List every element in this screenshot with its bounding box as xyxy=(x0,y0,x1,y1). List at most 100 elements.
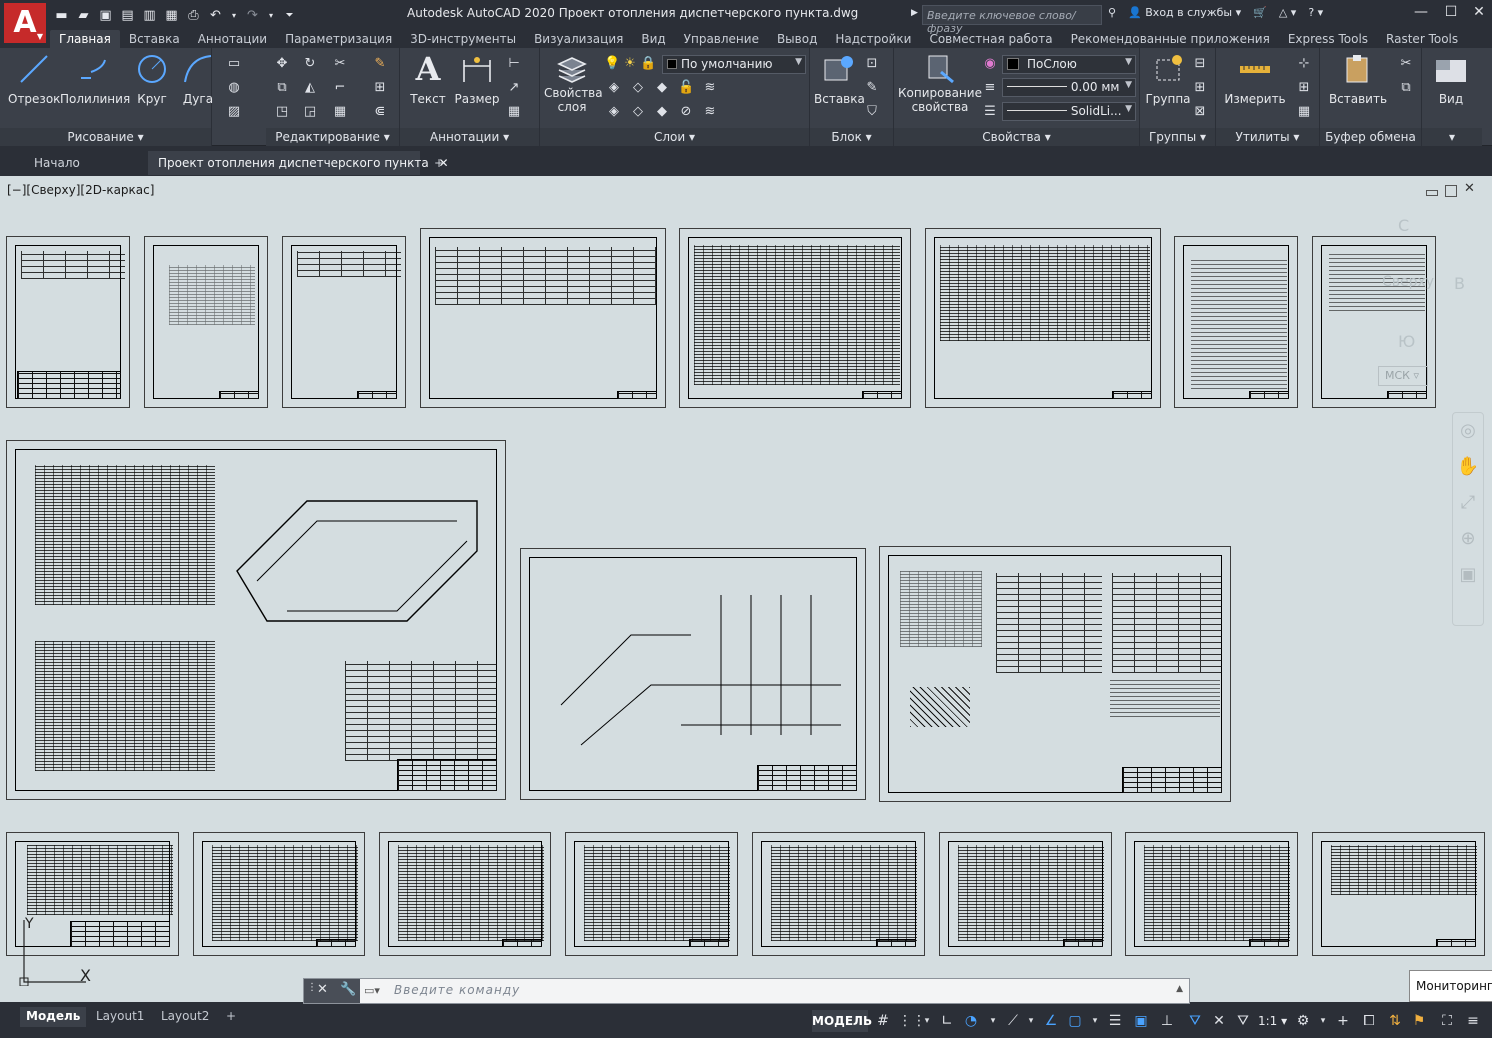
rectangle-icon[interactable]: ▭ xyxy=(226,56,242,72)
linetype-dropdown[interactable]: SolidLi... ▼ xyxy=(1002,102,1136,121)
command-close-icon[interactable]: ✕ xyxy=(317,982,328,997)
workspace-dropdown-icon[interactable]: ▾ xyxy=(1314,1012,1332,1030)
cart-icon[interactable]: 🛒 xyxy=(1253,6,1267,19)
drawing-tab[interactable]: Проект отопления диспетчерского пункта ✕ xyxy=(148,151,449,175)
layer-properties-button[interactable]: Свойства слоя xyxy=(544,52,603,114)
plot-icon[interactable]: ⎙ xyxy=(186,8,201,23)
layer-off-icon[interactable]: ◆ xyxy=(654,80,670,96)
orbit-icon[interactable]: ⊕ xyxy=(1453,521,1483,557)
ribbon-tab-5[interactable]: Визуализация xyxy=(525,30,632,48)
layer-dropdown[interactable]: По умолчанию ▼ xyxy=(662,55,806,74)
group-button[interactable]: Группа xyxy=(1144,52,1192,106)
array-icon[interactable]: ▦ xyxy=(332,104,348,120)
group-select-icon[interactable]: ⊠ xyxy=(1192,104,1208,120)
autodesk-app-icon[interactable]: △ ▾ xyxy=(1279,6,1296,19)
stretch-icon[interactable]: ◳ xyxy=(274,104,290,120)
auto-scale-icon[interactable]: ✕ xyxy=(1210,1012,1228,1030)
modify-panel-title[interactable]: Редактирование ▾ xyxy=(266,128,399,146)
quick-select-icon[interactable]: ⊹ xyxy=(1296,56,1312,72)
redo-icon[interactable]: ↷ xyxy=(245,8,260,23)
layer-lock2-icon[interactable]: 🔓 xyxy=(678,80,694,96)
snap-icon[interactable]: ⋮⋮ xyxy=(898,1012,926,1030)
lineweight-icon[interactable]: ≡ xyxy=(982,80,998,96)
clipboard-panel-title[interactable]: Буфер обмена xyxy=(1320,128,1421,146)
quick-properties-icon[interactable]: ⇅ xyxy=(1386,1012,1404,1030)
copy-icon[interactable]: ⧉ xyxy=(274,80,290,96)
layout-tab-layout1[interactable]: Layout1 xyxy=(90,1007,150,1027)
ungroup-icon[interactable]: ⊟ xyxy=(1192,56,1208,72)
ribbon-tab-12[interactable]: Express Tools xyxy=(1279,30,1377,48)
layout-tab-layout2[interactable]: Layout2 xyxy=(155,1007,215,1027)
new-tab-button[interactable]: + xyxy=(424,151,454,175)
view-button[interactable]: Вид xyxy=(1428,52,1474,106)
units-icon[interactable]: ⧠ xyxy=(1360,1012,1378,1030)
trim-icon[interactable]: ✂ xyxy=(332,56,348,72)
annotation-scale-icon[interactable]: ⛛ xyxy=(1234,1012,1252,1030)
viewport-minimize-icon[interactable] xyxy=(1426,190,1438,196)
copy-clip-icon[interactable]: ⧉ xyxy=(1398,80,1414,96)
create-block-icon[interactable]: ⊡ xyxy=(864,56,880,72)
customization-menu-icon[interactable]: ≡ xyxy=(1464,1012,1482,1030)
start-tab[interactable]: Начало xyxy=(24,151,144,175)
layer-delete-icon[interactable]: ⊘ xyxy=(678,104,694,120)
minimize-button[interactable]: — xyxy=(1408,4,1434,24)
annotation-monitor-icon[interactable]: + xyxy=(1334,1012,1352,1030)
model-space-toggle[interactable]: МОДЕЛЬ xyxy=(812,1010,872,1032)
layer-walk-icon[interactable]: ◇ xyxy=(630,104,646,120)
annotation-scale-value[interactable]: 1:1 ▾ xyxy=(1258,1014,1287,1028)
viewcube-north[interactable]: С xyxy=(1398,216,1409,235)
command-history-icon[interactable]: ▭▾ xyxy=(364,984,380,997)
object-snap-icon[interactable]: ▢ xyxy=(1066,1012,1084,1030)
ribbon-tab-11[interactable]: Рекомендованные приложения xyxy=(1062,30,1279,48)
command-input[interactable]: Введите команду xyxy=(394,983,520,997)
maximize-button[interactable]: ☐ xyxy=(1438,4,1464,24)
fillet-icon[interactable]: ⌐ xyxy=(332,80,348,96)
zoom-extents-icon[interactable]: ⤢ xyxy=(1453,485,1483,521)
hatch-icon[interactable]: ◍ xyxy=(226,80,242,96)
command-customize-icon[interactable]: 🔧 xyxy=(340,982,356,997)
workspace-gear-icon[interactable]: ⚙ xyxy=(1294,1012,1312,1030)
isolate-objects-icon[interactable]: ⚑ xyxy=(1410,1012,1428,1030)
polar-dropdown-icon[interactable]: ▾ xyxy=(984,1012,1002,1030)
selection-cycling-icon[interactable]: ⊥ xyxy=(1158,1012,1176,1030)
object-snap-tracking-icon[interactable]: ∠ xyxy=(1042,1012,1060,1030)
application-menu-button[interactable]: A ▼ xyxy=(4,3,46,43)
viewcube-top-face[interactable]: Сверху xyxy=(1382,274,1434,290)
viewport-restore-icon[interactable] xyxy=(1445,185,1457,197)
move-icon[interactable]: ✥ xyxy=(274,56,290,72)
insert-block-button[interactable]: Вставка xyxy=(814,52,865,106)
viewcube-south[interactable]: Ю xyxy=(1398,332,1415,351)
undo-dropdown-icon[interactable]: ▾ xyxy=(230,8,238,23)
ribbon-tab-3[interactable]: Параметризация xyxy=(276,30,401,48)
steering-wheel-icon[interactable]: ◎ xyxy=(1453,413,1483,449)
rotate-icon[interactable]: ↻ xyxy=(302,56,318,72)
color-wheel-icon[interactable]: ◉ xyxy=(982,56,998,72)
ribbon-tab-9[interactable]: Надстройки xyxy=(826,30,920,48)
select-all-icon[interactable]: ⊞ xyxy=(1296,80,1312,96)
measure-button[interactable]: Измерить xyxy=(1220,52,1290,106)
polyline-button[interactable]: Полилиния xyxy=(60,52,130,106)
ribbon-tab-13[interactable]: Raster Tools xyxy=(1377,30,1467,48)
ribbon-tab-10[interactable]: Совместная работа xyxy=(920,30,1061,48)
add-layout-button[interactable]: + xyxy=(220,1007,242,1027)
viewport-close-icon[interactable]: ✕ xyxy=(1464,182,1476,196)
lineweight-dropdown[interactable]: 0.00 мм ▼ xyxy=(1002,78,1136,97)
isodraft-dropdown-icon[interactable]: ▾ xyxy=(1022,1012,1040,1030)
scale-icon[interactable]: ◲ xyxy=(302,104,318,120)
close-button[interactable]: ✕ xyxy=(1466,4,1492,24)
draw-panel-title[interactable]: Рисование ▾ xyxy=(0,128,211,146)
erase-icon[interactable]: ✎ xyxy=(372,56,388,72)
save-icon[interactable]: ▣ xyxy=(98,8,113,23)
layers-panel-title[interactable]: Слои ▾ xyxy=(540,128,809,146)
search-expand-icon[interactable]: ▶ xyxy=(911,8,918,18)
polar-tracking-icon[interactable]: ◔ xyxy=(962,1012,980,1030)
lineweight-display-icon[interactable]: ☰ xyxy=(1106,1012,1124,1030)
groups-panel-title[interactable]: Группы ▾ xyxy=(1140,128,1215,146)
mirror-icon[interactable]: ◭ xyxy=(302,80,318,96)
transparency-icon[interactable]: ▣ xyxy=(1132,1012,1150,1030)
arc-button[interactable]: Дуга xyxy=(178,52,218,106)
ribbon-tab-4[interactable]: 3D-инструменты xyxy=(401,30,525,48)
redo-dropdown-icon[interactable]: ▾ xyxy=(267,8,275,23)
ribbon-tab-6[interactable]: Вид xyxy=(632,30,674,48)
drawing-canvas[interactable]: [−][Сверху][2D-каркас] ✕ С В Ю Сверху МС… xyxy=(0,176,1492,1002)
